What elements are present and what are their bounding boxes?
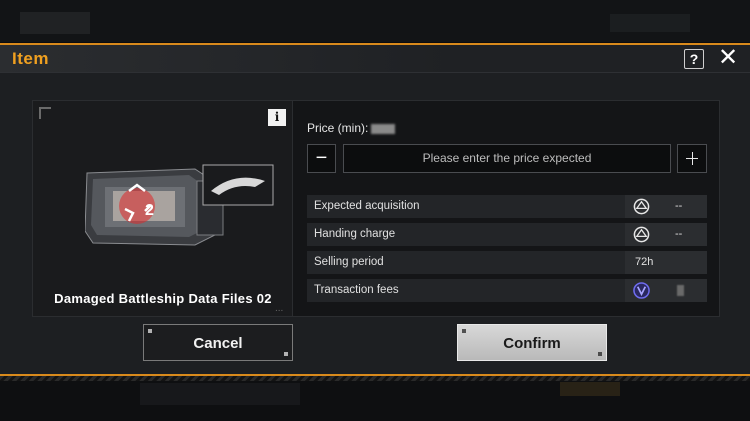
decrease-price-button[interactable]: − [307,144,336,173]
price-label-text: Price (min): [307,121,369,135]
dialog-header: Item ? ✕ [0,45,750,73]
detail-row-selling-period: Selling period 72h [307,251,707,274]
corner-tick [284,352,288,356]
corner-tick [462,329,466,333]
price-input[interactable]: Please enter the price expected [343,144,671,173]
corner-bracket [39,107,51,119]
background-blur [20,12,90,34]
detail-label: Expected acquisition [314,200,420,212]
increase-price-button[interactable] [677,144,707,173]
close-button[interactable]: ✕ [716,46,740,71]
cancel-button[interactable]: Cancel [143,324,293,361]
corner-tick [148,329,152,333]
detail-value-box: -- [625,223,707,246]
background-blur [560,382,620,396]
background-bottom [0,378,750,421]
corner-tick [598,352,602,356]
info-button[interactable]: i [268,109,286,126]
detail-label: Transaction fees [314,284,399,296]
detail-label: Handing charge [314,228,396,240]
detail-value-box [625,279,707,302]
hatch-strip [0,376,750,381]
confirm-label: Confirm [503,335,561,352]
currency-icon [633,198,650,215]
item-name: Damaged Battleship Data Files 02 [54,291,272,306]
item-preview: i 2 Damaged Battleship Data Files 02 ... [33,101,293,316]
fee-value [677,285,684,296]
item-number: 2 [145,202,154,219]
detail-row-transaction-fees: Transaction fees [307,279,707,302]
confirm-button[interactable]: Confirm [457,324,607,361]
item-dialog: Item ? ✕ i 2 Damaged Battleship Data Fil… [0,43,750,381]
detail-value: -- [675,228,683,240]
price-min-value [371,123,396,134]
detail-row-handing-charge: Handing charge -- [307,223,707,246]
detail-value: 72h [635,256,654,268]
background-blur [140,383,300,405]
detail-label: Selling period [314,256,384,268]
currency-icon [633,226,650,243]
price-label: Price (min): [307,121,396,135]
cancel-label: Cancel [193,335,243,352]
more-indicator: ... [275,303,284,314]
detail-value: -- [675,200,683,212]
data-file-shape [85,164,274,246]
item-image: 2 [85,164,274,246]
detail-row-expected-acquisition: Expected acquisition -- [307,195,707,218]
background-top [0,0,750,42]
dialog-title: Item [12,49,49,68]
dialog-content: i 2 Damaged Battleship Data Files 02 ... [32,100,720,317]
detail-value-box: 72h [625,251,707,274]
help-button[interactable]: ? [684,49,704,69]
background-blur [610,14,690,32]
detail-value-box: -- [625,195,707,218]
v-token-icon [633,282,650,299]
